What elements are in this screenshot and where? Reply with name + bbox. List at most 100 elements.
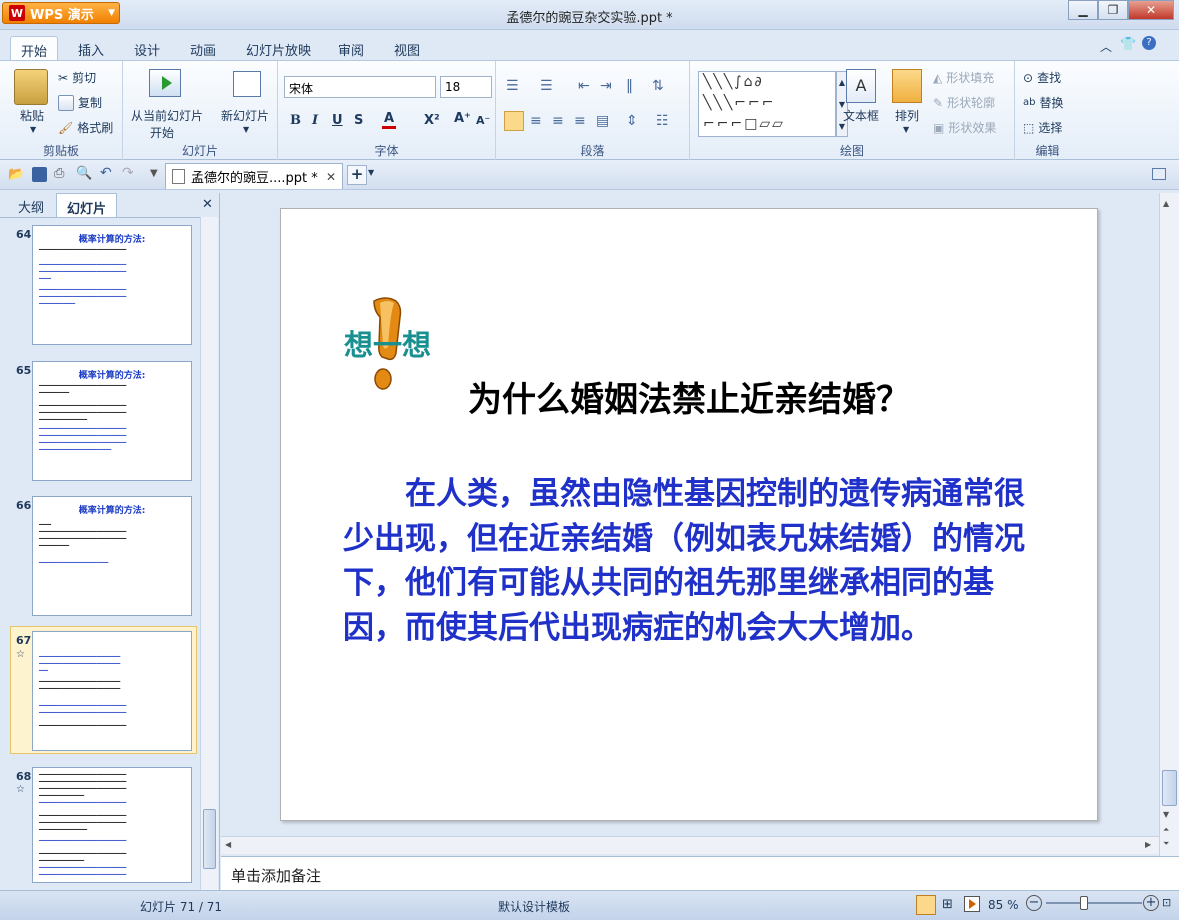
- paste-icon[interactable]: [14, 69, 48, 105]
- line-spacing-icon[interactable]: ⇕: [626, 113, 638, 129]
- paste-label[interactable]: 粘贴: [20, 107, 44, 124]
- arrange-icon[interactable]: [892, 69, 922, 103]
- textbox-icon[interactable]: A: [846, 69, 876, 103]
- slide-thumbnail[interactable]: 概率计算的方法: ━━━━━━━━━━━━━━━━━━━━━━━━━━━━━━━…: [32, 361, 192, 481]
- customize-qat-icon[interactable]: ▼: [150, 168, 158, 179]
- tab-slideshow[interactable]: 幻灯片放映: [246, 36, 311, 60]
- align-left-icon[interactable]: [504, 111, 524, 131]
- paste-dropdown-icon[interactable]: ▼: [30, 125, 36, 134]
- cut-button[interactable]: ✂ 剪切: [58, 69, 96, 86]
- minimize-button[interactable]: ▁: [1068, 0, 1098, 20]
- bold-button[interactable]: B: [290, 113, 301, 128]
- help-icon[interactable]: ?: [1142, 36, 1156, 50]
- slide-sorter-icon[interactable]: ⊞: [942, 897, 953, 912]
- align-center-icon[interactable]: ≡: [530, 113, 542, 129]
- close-tab-icon[interactable]: ✕: [326, 170, 336, 184]
- numbered-list-icon[interactable]: ☰: [540, 78, 553, 94]
- redo-icon[interactable]: ↷: [122, 165, 134, 181]
- tab-animation[interactable]: 动画: [190, 36, 216, 60]
- new-slide-dropdown-icon[interactable]: ▼: [243, 125, 249, 134]
- undo-icon[interactable]: ↶: [100, 165, 112, 181]
- slide-thumbnail[interactable]: ━━━━━━━━━━━━━━━━━━━━━━━━━━━━━━━━━━━━━━━━…: [32, 767, 192, 883]
- font-size-select[interactable]: 18: [440, 76, 492, 98]
- print-icon[interactable]: ⎙: [54, 166, 64, 181]
- shape-effect-button[interactable]: ▣ 形状效果: [933, 119, 996, 136]
- textbox-label[interactable]: 文本框: [843, 107, 879, 124]
- clipboard-group: 粘贴 ▼ ✂ 剪切 复制 🖌 格式刷 剪贴板: [0, 61, 123, 161]
- tab-insert[interactable]: 插入: [78, 36, 104, 60]
- start-label[interactable]: 开始: [150, 124, 174, 141]
- decrease-indent-icon[interactable]: ⇤: [578, 78, 590, 94]
- columns-icon[interactable]: ‖: [626, 78, 633, 94]
- shapes-gallery[interactable]: ╲╲╲∫⌂∂ ╲╲╲⌐⌐⌐ ⌐⌐⌐□▱▱: [698, 71, 836, 137]
- maximize-button[interactable]: ❐: [1098, 0, 1128, 20]
- copy-button[interactable]: 复制: [58, 94, 102, 111]
- select-button[interactable]: ⬚ 选择: [1023, 119, 1062, 136]
- play-from-current-icon[interactable]: [149, 69, 181, 97]
- skin-icon[interactable]: 👕: [1120, 37, 1136, 52]
- distribute-icon[interactable]: ▤: [596, 113, 609, 129]
- text-direction-icon[interactable]: ⇅: [652, 78, 664, 94]
- zoom-slider[interactable]: [1046, 902, 1142, 904]
- open-folder-icon[interactable]: 📂: [8, 167, 24, 182]
- arrange-dropdown-icon[interactable]: ▼: [903, 125, 909, 134]
- close-button[interactable]: ✕: [1128, 0, 1174, 20]
- arrange-label[interactable]: 排列: [895, 107, 919, 124]
- slide-thumbnail[interactable]: 概率计算的方法: ━━━━━━━━━━━━━━━━━━━━━━━━━━━━━━━…: [32, 496, 192, 616]
- tab-view[interactable]: 视图: [394, 36, 420, 60]
- zoom-slider-thumb[interactable]: [1080, 896, 1088, 910]
- tab-slides[interactable]: 幻灯片: [56, 193, 118, 217]
- justify-icon[interactable]: ≡: [574, 113, 586, 129]
- shape-fill-button[interactable]: ◭ 形状填充: [933, 69, 994, 86]
- replace-button[interactable]: ab 替换: [1023, 94, 1064, 111]
- print-preview-icon[interactable]: 🔍: [76, 166, 92, 181]
- new-document-tab-button[interactable]: +: [347, 165, 367, 185]
- fit-window-icon[interactable]: ⊡: [1162, 896, 1171, 909]
- zoom-out-icon[interactable]: −: [1026, 895, 1042, 911]
- tab-home[interactable]: 开始: [10, 36, 59, 60]
- normal-view-icon[interactable]: [916, 895, 936, 915]
- paragraph-spacing-icon[interactable]: ☷: [656, 113, 669, 129]
- shape-outline-button[interactable]: ✎ 形状轮廓: [933, 94, 995, 111]
- slide-thumbnail[interactable]: ━━━━━━━━━━━━━━━━━━━━━━━━━━━━━━━━━━━━━━━━…: [32, 631, 192, 751]
- tab-list-dropdown-icon[interactable]: ▼: [368, 168, 374, 177]
- collapse-ribbon-icon[interactable]: ︿: [1100, 38, 1112, 55]
- increase-indent-icon[interactable]: ⇥: [600, 78, 612, 94]
- think-heading[interactable]: 想一想: [344, 322, 431, 364]
- new-slide-label[interactable]: 新幻灯片: [221, 107, 269, 124]
- notes-area[interactable]: 单击添加备注: [221, 856, 1179, 890]
- horizontal-scrollbar[interactable]: ◀ ▶: [221, 836, 1159, 854]
- from-current-label[interactable]: 从当前幻灯片: [131, 107, 203, 124]
- slide-body-text[interactable]: 在人类，虽然由隐性基因控制的遗传病通常很少出现，但在近亲结婚（例如表兄妹结婚）的…: [343, 472, 1043, 650]
- tab-outline[interactable]: 大纲: [8, 193, 54, 217]
- slide-thumbnail[interactable]: 概率计算的方法: ━━━━━━━━━━━━━━━━━━━━━━━━━━━━━ ━…: [32, 225, 192, 345]
- format-painter-button[interactable]: 🖌 格式刷: [58, 119, 113, 136]
- close-panel-icon[interactable]: ✕: [202, 197, 213, 212]
- vertical-scrollbar[interactable]: ▲ ▼ ⏶ ⏷: [1159, 193, 1179, 856]
- slide-question[interactable]: 为什么婚姻法禁止近亲结婚？: [468, 372, 910, 421]
- grow-font-button[interactable]: A⁺: [454, 111, 471, 126]
- superscript-button[interactable]: X²: [424, 113, 440, 128]
- paragraph-group: ☰ ☰ ⇤ ⇥ ‖ ⇅ ≡ ≡ ≡ ▤ ⇕ ☷ 段落: [496, 61, 690, 161]
- find-button[interactable]: ⊙ 查找: [1023, 69, 1061, 86]
- align-right-icon[interactable]: ≡: [552, 113, 564, 129]
- prev-slide-icon[interactable]: ⏶: [1163, 825, 1169, 835]
- next-slide-icon[interactable]: ⏷: [1163, 839, 1169, 849]
- shrink-font-button[interactable]: A⁻: [476, 114, 490, 127]
- underline-button[interactable]: U: [332, 113, 343, 128]
- font-name-select[interactable]: 宋体: [284, 76, 436, 98]
- save-icon[interactable]: [32, 167, 47, 182]
- panel-scrollbar[interactable]: [200, 217, 218, 890]
- zoom-in-icon[interactable]: +: [1143, 895, 1159, 911]
- document-tab[interactable]: 孟德尔的豌豆....ppt * ✕: [165, 163, 343, 189]
- bullet-list-icon[interactable]: ☰: [506, 78, 519, 94]
- font-color-button[interactable]: A: [382, 111, 397, 129]
- restore-panel-icon[interactable]: [1152, 168, 1166, 180]
- tab-review[interactable]: 审阅: [338, 36, 364, 60]
- new-slide-icon[interactable]: [233, 71, 261, 97]
- shadow-button[interactable]: S: [354, 113, 363, 128]
- italic-button[interactable]: I: [312, 113, 318, 128]
- tab-design[interactable]: 设计: [134, 36, 160, 60]
- slideshow-icon[interactable]: [964, 896, 980, 912]
- ppt-file-icon: [172, 169, 185, 184]
